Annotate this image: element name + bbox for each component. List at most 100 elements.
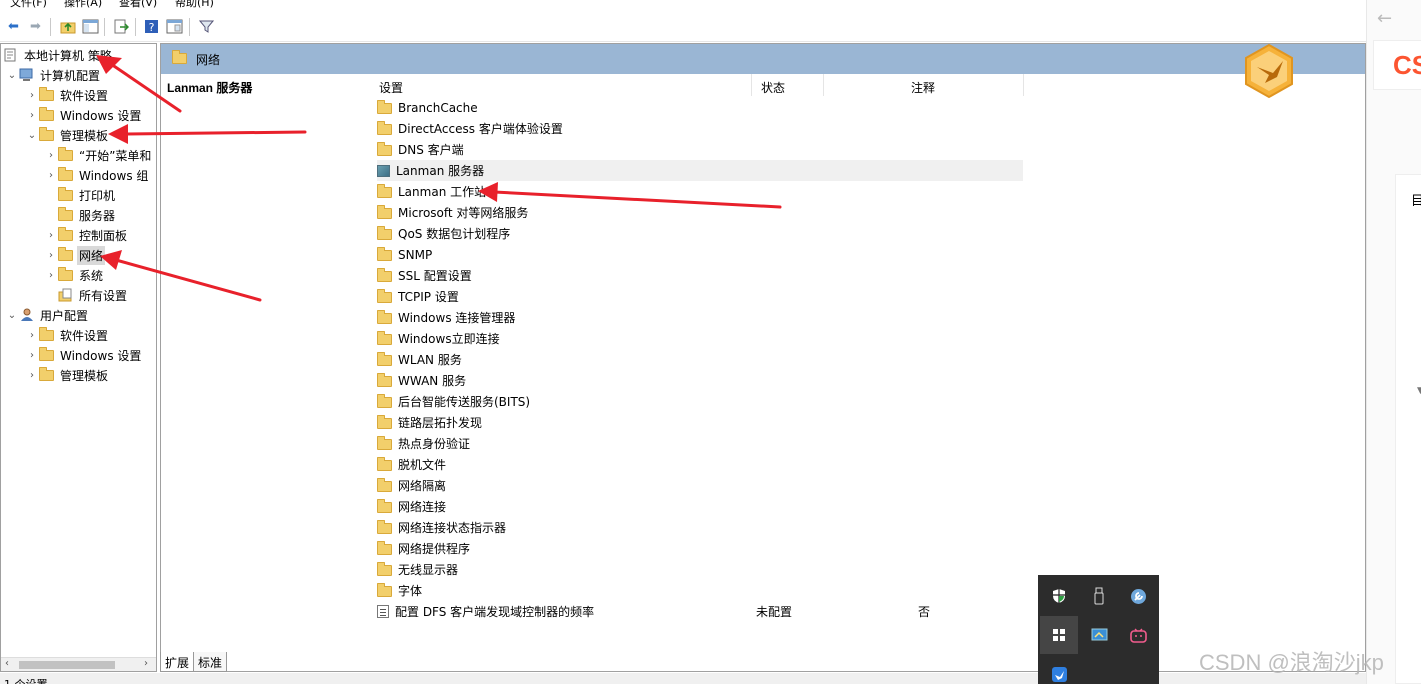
policy-setting-icon — [377, 605, 389, 618]
list-item[interactable]: Lanman 服务器 — [377, 160, 1023, 181]
list-item[interactable]: 网络隔离 — [377, 475, 1023, 496]
tree-item-cc-windows[interactable]: › Windows 设置 — [25, 106, 143, 124]
list-item[interactable]: WLAN 服务 — [377, 349, 1023, 370]
list-item[interactable]: 后台智能传送服务(BITS) — [377, 391, 1023, 412]
list-item[interactable]: Microsoft 对等网络服务 — [377, 202, 1023, 223]
column-header-setting[interactable]: 设置 — [379, 79, 403, 96]
tree-item-computer-config[interactable]: ⌄ 计算机配置 — [5, 66, 102, 84]
up-folder-icon[interactable] — [58, 17, 77, 36]
tree-item-all-settings[interactable]: 所有设置 — [58, 286, 129, 304]
tree-item-windows-components[interactable]: › Windows 组 — [44, 166, 150, 184]
list-item[interactable]: Windows 连接管理器 — [377, 307, 1023, 328]
scroll-right-icon[interactable]: › — [144, 658, 148, 669]
usb-drive-icon[interactable] — [1080, 577, 1118, 615]
console-view-icon[interactable] — [165, 17, 184, 36]
tree-item-printer[interactable]: 打印机 — [58, 186, 117, 204]
list-item[interactable]: Windows立即连接 — [377, 328, 1023, 349]
list-item[interactable]: 链路层拓扑发现 — [377, 412, 1023, 433]
list-item[interactable]: DirectAccess 客户端体验设置 — [377, 118, 1023, 139]
list-item[interactable]: 无线显示器 — [377, 559, 1023, 580]
list-item[interactable]: QoS 数据包计划程序 — [377, 223, 1023, 244]
list-item[interactable]: 字体 — [377, 580, 1023, 601]
tree-item-uc-admin[interactable]: › 管理模板 — [25, 366, 110, 384]
chevron-right-icon[interactable]: › — [25, 90, 39, 101]
tree-item-local-policy[interactable]: 本地计算机 策略 — [3, 46, 114, 64]
tree-item-start-menu[interactable]: › “开始”菜单和 — [44, 146, 153, 164]
caret-down-icon[interactable]: ▼ — [1417, 386, 1421, 396]
list-item[interactable]: 脱机文件 — [377, 454, 1023, 475]
tree-item-label: 打印机 — [79, 188, 116, 203]
forward-arrow-icon[interactable]: ➡ — [26, 17, 45, 36]
column-divider[interactable] — [823, 74, 824, 96]
windows-app-icon[interactable] — [1040, 616, 1078, 654]
list-item[interactable]: SSL 配置设置 — [377, 265, 1023, 286]
folder-icon — [39, 87, 55, 102]
csdn-logo[interactable]: CS — [1393, 50, 1421, 81]
chevron-down-icon[interactable]: ⌄ — [5, 70, 19, 81]
list-item[interactable]: 网络连接状态指示器 — [377, 517, 1023, 538]
chevron-right-icon[interactable]: › — [44, 250, 58, 261]
chevron-right-icon[interactable]: › — [44, 170, 58, 181]
list-item[interactable]: 网络提供程序 — [377, 538, 1023, 559]
column-header-state[interactable]: 状态 — [761, 79, 785, 96]
tree-pane: 本地计算机 策略 ⌄ 计算机配置 › 软件设置 › Windows 设置 ⌄ 管… — [0, 43, 157, 672]
watermark: CSDN @浪淘沙jkp — [1199, 650, 1384, 675]
tree-item-system[interactable]: › 系统 — [44, 266, 105, 284]
tree-item-control-panel[interactable]: › 控制面板 — [44, 226, 129, 244]
menu-help[interactable]: 帮助(H) — [175, 0, 214, 10]
list-item[interactable]: 热点身份验证 — [377, 433, 1023, 454]
chevron-down-icon[interactable]: ⌄ — [25, 130, 39, 141]
chevron-right-icon[interactable]: › — [44, 150, 58, 161]
menu-view[interactable]: 查看(V) — [119, 0, 157, 10]
tree-item-user-config[interactable]: ⌄ 用户配置 — [5, 306, 90, 324]
scroll-left-icon[interactable]: ‹ — [5, 658, 9, 669]
folder-icon — [377, 205, 392, 219]
tree-item-label: 系统 — [79, 268, 104, 283]
list-item[interactable]: SNMP — [377, 244, 1023, 265]
tab-standard[interactable]: 标准 — [193, 652, 228, 672]
bilibili-icon[interactable] — [1119, 616, 1157, 654]
list-item[interactable]: WWAN 服务 — [377, 370, 1023, 391]
tree-item-cc-software[interactable]: › 软件设置 — [25, 86, 110, 104]
list-item[interactable]: DNS 客户端 — [377, 139, 1023, 160]
tree-horizontal-scrollbar[interactable]: ‹ › — [1, 657, 156, 671]
chevron-right-icon[interactable]: › — [44, 230, 58, 241]
help-icon[interactable]: ? — [142, 17, 161, 36]
list-item[interactable]: 配置 DFS 客户端发现域控制器的频率 未配置 否 — [377, 601, 1023, 622]
chevron-down-icon[interactable]: ⌄ — [5, 310, 19, 321]
export-list-icon[interactable] — [111, 17, 130, 36]
bird-app-icon[interactable] — [1040, 655, 1078, 693]
column-divider[interactable] — [751, 74, 752, 96]
list-item[interactable]: Lanman 工作站 — [377, 181, 1023, 202]
list-item[interactable]: BranchCache — [377, 97, 1023, 118]
chevron-right-icon[interactable]: › — [25, 370, 39, 381]
tree-item-label: 用户配置 — [40, 308, 89, 323]
list-item-name: Lanman 工作站 — [398, 185, 487, 199]
column-divider[interactable] — [1023, 74, 1024, 96]
list-item-name: 无线显示器 — [398, 563, 459, 577]
list-item[interactable]: TCPIP 设置 — [377, 286, 1023, 307]
menu-file[interactable]: 文件(F) — [10, 0, 47, 10]
tree-item-network[interactable]: › 网络 — [44, 245, 106, 265]
tree-item-server[interactable]: 服务器 — [58, 206, 117, 224]
monitor-app-icon[interactable] — [1080, 616, 1118, 654]
chevron-right-icon[interactable]: › — [44, 270, 58, 281]
folder-icon — [172, 50, 187, 64]
show-hide-tree-icon[interactable] — [81, 17, 100, 36]
filter-icon[interactable] — [197, 17, 216, 36]
shield-icon[interactable] — [1040, 577, 1078, 615]
tree-item-uc-windows[interactable]: › Windows 设置 — [25, 346, 143, 364]
network-wrench-icon[interactable] — [1119, 577, 1157, 615]
list-item[interactable]: 网络连接 — [377, 496, 1023, 517]
menu-action[interactable]: 操作(A) — [64, 0, 102, 10]
chevron-right-icon[interactable]: › — [25, 330, 39, 341]
column-header-comment[interactable]: 注释 — [911, 79, 935, 96]
chevron-right-icon[interactable]: › — [25, 350, 39, 361]
scrollbar-thumb[interactable] — [19, 661, 115, 669]
tree-item-uc-software[interactable]: › 软件设置 — [25, 326, 110, 344]
chevron-right-icon[interactable]: › — [25, 110, 39, 121]
back-arrow-icon[interactable]: ⬅ — [4, 17, 23, 36]
back-arrow-icon[interactable]: ← — [1377, 8, 1392, 29]
tab-extended[interactable]: 扩展 — [160, 652, 195, 672]
tree-item-cc-admin[interactable]: ⌄ 管理模板 — [25, 126, 110, 144]
